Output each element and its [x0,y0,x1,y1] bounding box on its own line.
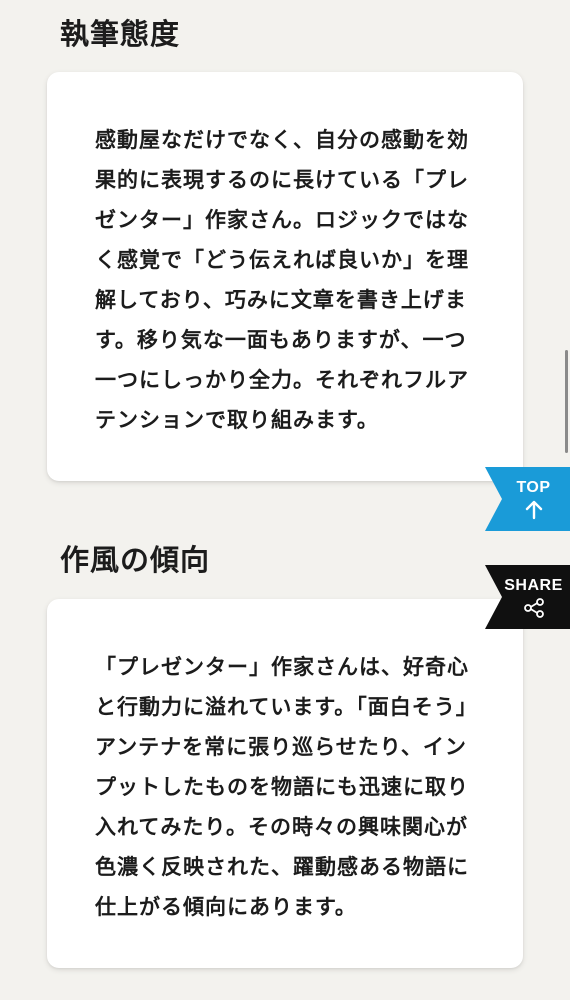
style-tendency-card: 「プレゼンター」作家さんは、好奇心と行動力に溢れています。「面白そう」アンテナを… [47,599,523,968]
scrollbar-thumb[interactable] [565,350,568,453]
back-to-top-button[interactable]: TOP [485,467,570,531]
share-button-label: SHARE [504,576,563,594]
style-tendency-text: 「プレゼンター」作家さんは、好奇心と行動力に溢れています。「面白そう」アンテナを… [95,655,469,919]
arrow-up-icon [525,500,542,519]
writing-attitude-text: 感動屋なだけでなく、自分の感動を効果的に表現するのに長けている「プレゼンター」作… [95,128,469,432]
section-heading-writing-attitude: 執筆態度 [60,17,181,51]
top-button-label: TOP [516,478,551,496]
share-button[interactable]: SHARE [485,565,570,629]
writing-attitude-card: 感動屋なだけでなく、自分の感動を効果的に表現するのに長けている「プレゼンター」作… [47,72,523,481]
share-icon [523,597,544,618]
section-heading-style-tendency: 作風の傾向 [60,543,211,577]
